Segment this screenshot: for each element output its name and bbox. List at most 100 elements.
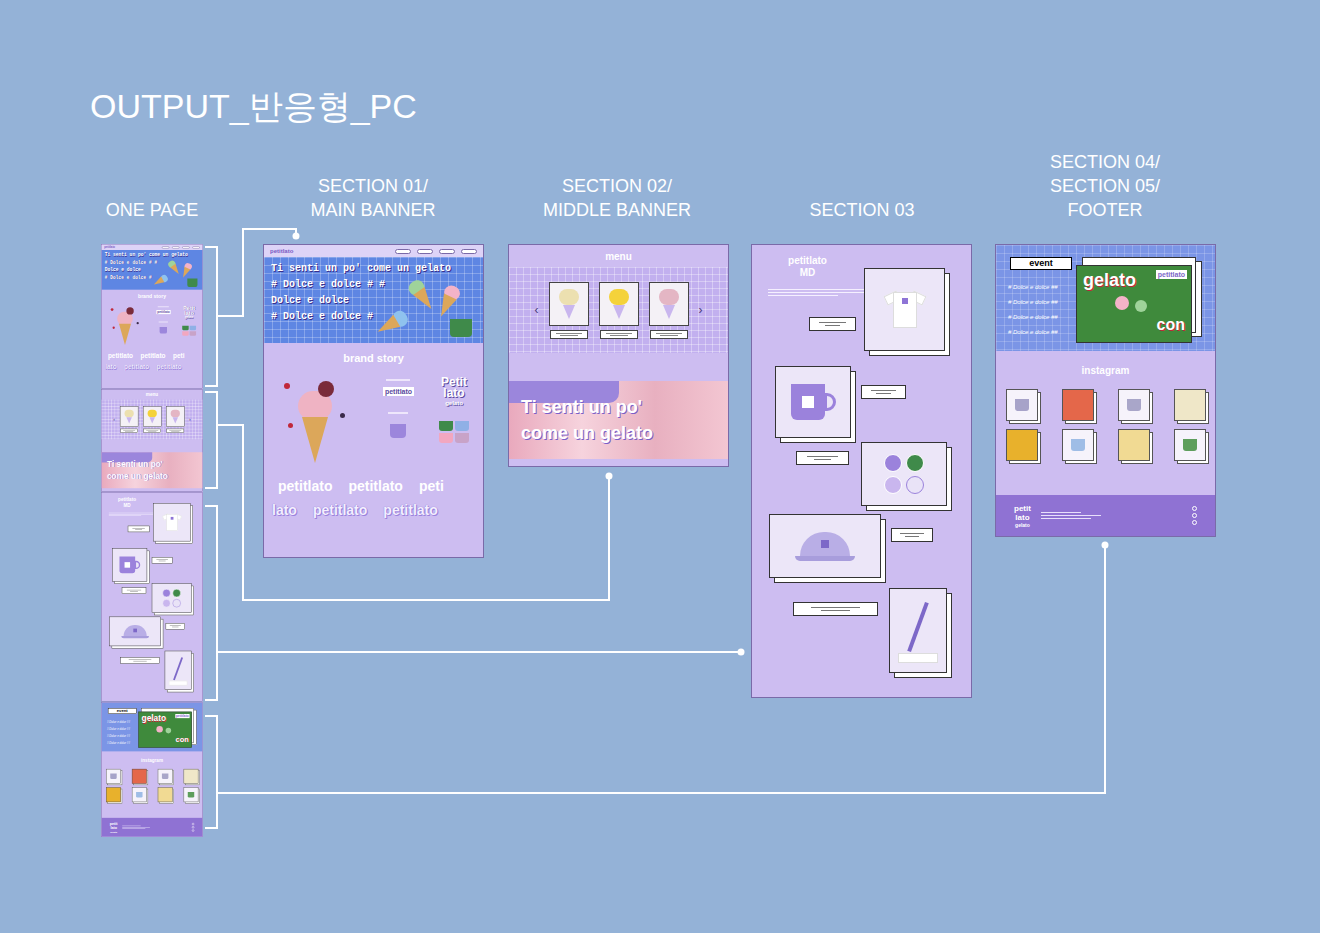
next-button[interactable]: › xyxy=(189,417,191,423)
nav-bar: petitlato xyxy=(264,245,483,257)
social-icon[interactable] xyxy=(1192,506,1197,511)
product-card[interactable] xyxy=(861,442,947,506)
product-label xyxy=(809,317,856,331)
color-swatch xyxy=(439,433,453,443)
marquee-word: petitlato xyxy=(383,501,437,519)
event-poster[interactable]: gelatopetitlatocon xyxy=(1076,265,1192,343)
banner-line: Dolce e dolce xyxy=(105,268,200,274)
nav-pill[interactable] xyxy=(395,249,411,254)
marquee-word: petitlato xyxy=(313,501,367,519)
tshirt xyxy=(883,290,927,330)
nav-pill[interactable] xyxy=(182,246,189,248)
social-icon[interactable] xyxy=(192,829,194,831)
middle-banner: Ti senti un po'come un gelato xyxy=(509,381,728,459)
banner-line: # Dolce e dolce # # xyxy=(271,279,476,291)
gelato-cone xyxy=(180,262,193,279)
menu-card[interactable] xyxy=(549,282,589,339)
social-icon[interactable] xyxy=(1192,513,1197,518)
instagram-post[interactable] xyxy=(1062,389,1094,421)
instagram-title: instagram xyxy=(1082,365,1130,377)
product-card[interactable] xyxy=(775,366,851,438)
instagram-post[interactable] xyxy=(1006,389,1038,421)
instagram-post[interactable] xyxy=(158,769,173,784)
banner-line: # Dolce e dolce # # xyxy=(105,260,200,266)
instagram-post[interactable] xyxy=(132,787,147,802)
brand-illustration xyxy=(278,373,358,469)
marquee-word: petitlato xyxy=(348,477,402,495)
marquee-word: petitlato xyxy=(157,363,182,371)
instagram-post[interactable] xyxy=(106,769,121,784)
instagram-post[interactable] xyxy=(183,787,198,802)
instagram-title: instagram xyxy=(141,758,163,764)
menu-card[interactable] xyxy=(166,406,184,432)
instagram-post[interactable] xyxy=(1174,429,1206,461)
menu-card[interactable] xyxy=(599,282,639,339)
menu-carousel: ‹› xyxy=(101,400,202,440)
gelato-cone xyxy=(152,274,169,288)
nav-pill[interactable] xyxy=(162,246,169,248)
mini-section: event# Dolce e dolce ### Dolce e dolce #… xyxy=(101,702,203,837)
section-middle-banner: menu‹›Ti senti un po'come un gelato xyxy=(101,389,203,492)
nav-pill[interactable] xyxy=(417,249,433,254)
menu-card[interactable] xyxy=(649,282,689,339)
event-tag: # Dolce e dolce ## xyxy=(1008,298,1058,306)
nav-pill[interactable] xyxy=(172,246,179,248)
instagram-post[interactable] xyxy=(1118,389,1150,421)
product-label xyxy=(166,623,185,629)
product-card[interactable] xyxy=(769,514,881,578)
section-event-footer: event# Dolce e dolce ### Dolce e dolce #… xyxy=(995,244,1216,537)
menu-card[interactable] xyxy=(120,406,138,432)
product-card[interactable] xyxy=(109,617,161,647)
product-label xyxy=(861,385,906,399)
footer-logo[interactable]: petitlatogelato xyxy=(110,822,118,833)
menu-carousel: ‹› xyxy=(509,267,728,353)
brand-story-title: brand story xyxy=(343,351,404,365)
product-card[interactable] xyxy=(112,548,147,581)
event-poster[interactable]: gelatopetitlatocon xyxy=(138,712,192,748)
product-card[interactable] xyxy=(889,588,947,673)
md-description xyxy=(768,289,868,296)
product-card[interactable] xyxy=(864,268,945,351)
product-card[interactable] xyxy=(153,503,190,541)
product-label xyxy=(793,602,878,616)
instagram-post[interactable] xyxy=(106,787,121,802)
social-icon[interactable] xyxy=(192,823,194,825)
marquee-word: peti xyxy=(419,477,444,495)
prev-button[interactable]: ‹ xyxy=(113,417,115,423)
product-label xyxy=(796,451,849,465)
social-icon[interactable] xyxy=(1192,520,1197,525)
footer-logo[interactable]: petitlatogelato xyxy=(1014,504,1031,528)
instagram-post[interactable] xyxy=(158,787,173,802)
footer: petitlatogelato xyxy=(101,818,202,837)
instagram-post[interactable] xyxy=(1174,389,1206,421)
section-main-banner: petitlatoTi senti un po' come un gelato#… xyxy=(101,244,203,389)
brand-story: brand storypetitlatoPetitlatogelatopetit… xyxy=(264,343,483,557)
drip-swatch xyxy=(390,424,406,438)
color-swatch xyxy=(455,433,469,443)
md-description xyxy=(109,513,155,516)
nav-pill[interactable] xyxy=(439,249,455,254)
instagram-post[interactable] xyxy=(1006,429,1038,461)
section-middle-banner: menu‹›Ti senti un po'come un gelato xyxy=(508,244,729,467)
badges xyxy=(162,589,180,607)
column-label: SECTION 03 xyxy=(762,0,962,222)
instagram-post[interactable] xyxy=(1062,429,1094,461)
instagram-post[interactable] xyxy=(183,769,198,784)
event-tag: # Dolce e dolce ## xyxy=(107,741,130,745)
nav-pill[interactable] xyxy=(192,246,199,248)
product-card[interactable] xyxy=(152,583,192,613)
product-label xyxy=(891,528,933,542)
product-card[interactable] xyxy=(165,651,192,690)
middle-banner-line: come un gelato xyxy=(107,470,197,482)
instagram-post[interactable] xyxy=(132,769,147,784)
prev-button[interactable]: ‹ xyxy=(535,304,539,316)
marquee: petitlatopetitlatopetilatopetitlatopetit… xyxy=(101,352,202,371)
nav-logo[interactable]: petitlato xyxy=(104,246,115,249)
social-icon[interactable] xyxy=(192,826,194,828)
next-button[interactable]: › xyxy=(699,304,703,316)
nav-pill[interactable] xyxy=(461,249,477,254)
column-label: SECTION 02/MIDDLE BANNER xyxy=(517,0,717,222)
nav-logo[interactable]: petitlato xyxy=(270,248,293,254)
menu-card[interactable] xyxy=(143,406,161,432)
instagram-post[interactable] xyxy=(1118,429,1150,461)
